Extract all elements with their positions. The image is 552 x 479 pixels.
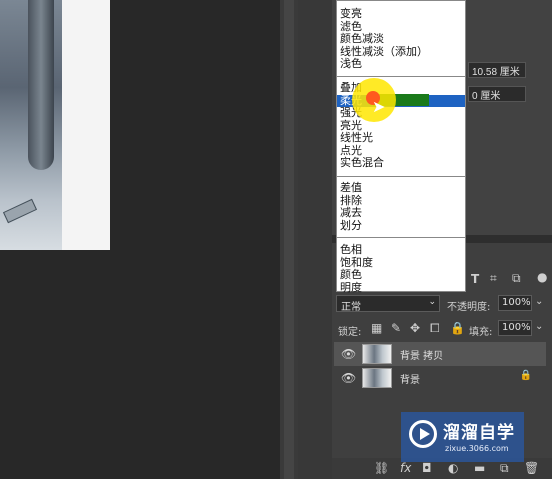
- eye-icon[interactable]: 👁: [341, 371, 356, 385]
- menu-item-hue[interactable]: 色相: [337, 243, 465, 257]
- lock-icon: 🔒: [519, 370, 532, 381]
- menu-item-subtract[interactable]: 减去: [337, 206, 465, 220]
- new-layer-icon[interactable]: ⧉: [500, 461, 509, 476]
- layer-name: 背景: [400, 375, 420, 386]
- lock-move-icon[interactable]: ✥: [410, 321, 420, 335]
- play-logo-icon: [409, 420, 437, 448]
- menu-item-divide[interactable]: 划分: [337, 219, 465, 233]
- fill-chevron-icon[interactable]: ⌄: [535, 321, 543, 332]
- lock-artboard-icon[interactable]: ⧠: [430, 321, 440, 336]
- fill-field[interactable]: 100%: [498, 320, 532, 336]
- opacity-label: 不透明度:: [447, 302, 491, 313]
- photo-strap: [2, 198, 38, 224]
- lock-label: 锁定:: [338, 327, 362, 338]
- layer-thumbnail: [362, 344, 392, 364]
- document-image[interactable]: [0, 0, 110, 250]
- mask-icon[interactable]: ◘: [422, 461, 432, 475]
- offset-field[interactable]: [468, 86, 526, 102]
- chevron-down-icon: ⌄: [428, 297, 436, 307]
- lock-all-icon[interactable]: 🔒: [450, 321, 465, 335]
- opacity-chevron-icon[interactable]: ⌄: [535, 296, 543, 307]
- mouse-pointer-icon: ➤: [372, 97, 386, 116]
- adjustment-icon[interactable]: ◐: [448, 461, 458, 475]
- layer-row[interactable]: 👁 背景 🔒: [334, 366, 546, 390]
- lock-brush-icon[interactable]: ✎: [391, 321, 401, 335]
- scroll-track[interactable]: [284, 0, 294, 479]
- lock-transparent-icon[interactable]: ▦: [371, 321, 382, 335]
- menu-item-lighter-color[interactable]: 浅色: [337, 57, 465, 71]
- smart-object-filter-icon[interactable]: ⧉: [512, 271, 521, 286]
- watermark-url: zixue.3066.com: [445, 444, 509, 453]
- blend-mode-select[interactable]: 正常 ⌄: [336, 295, 440, 313]
- opacity-field[interactable]: 100%: [498, 295, 532, 311]
- menu-separator: [337, 176, 465, 177]
- menu-separator: [337, 76, 465, 77]
- layer-name: 背景 拷贝: [400, 351, 444, 362]
- blend-mode-menu[interactable]: 变亮 滤色 颜色减淡 线性减淡（添加） 浅色 叠加 柔光 强光 亮光 线性光 点…: [336, 0, 466, 295]
- menu-item-linear-light[interactable]: 线性光: [337, 131, 465, 145]
- watermark: 溜溜自学 zixue.3066.com: [401, 412, 524, 462]
- photo: [0, 0, 62, 250]
- menu-item-difference[interactable]: 差值: [337, 181, 465, 195]
- photo-fabric: [28, 0, 54, 170]
- layer-thumbnail: [362, 368, 392, 388]
- shape-filter-icon[interactable]: ⌗: [490, 271, 497, 286]
- fill-label: 填充:: [469, 327, 493, 338]
- eye-icon[interactable]: 👁: [341, 347, 356, 361]
- menu-item-hard-mix[interactable]: 实色混合: [337, 156, 465, 170]
- fx-icon[interactable]: fx: [400, 461, 411, 475]
- menu-item-color[interactable]: 颜色: [337, 268, 465, 282]
- width-field[interactable]: [468, 62, 526, 78]
- filter-toggle-icon[interactable]: ●: [537, 270, 547, 284]
- menu-item-lighten[interactable]: 变亮: [337, 7, 465, 21]
- panel-gutter: [298, 0, 332, 479]
- type-filter-icon[interactable]: T: [471, 272, 479, 286]
- menu-item-luminosity[interactable]: 明度: [337, 281, 465, 295]
- link-icon[interactable]: ⛓: [374, 461, 389, 475]
- folder-icon[interactable]: ▬: [474, 461, 485, 475]
- menu-item-color-dodge[interactable]: 颜色减淡: [337, 32, 465, 46]
- watermark-title: 溜溜自学: [443, 423, 515, 443]
- menu-separator: [337, 237, 465, 238]
- blend-mode-value: 正常: [341, 302, 361, 313]
- layer-row[interactable]: 👁 背景 拷贝: [334, 342, 546, 366]
- canvas-scrollbar[interactable]: [280, 0, 298, 479]
- trash-icon[interactable]: 🗑: [524, 461, 539, 475]
